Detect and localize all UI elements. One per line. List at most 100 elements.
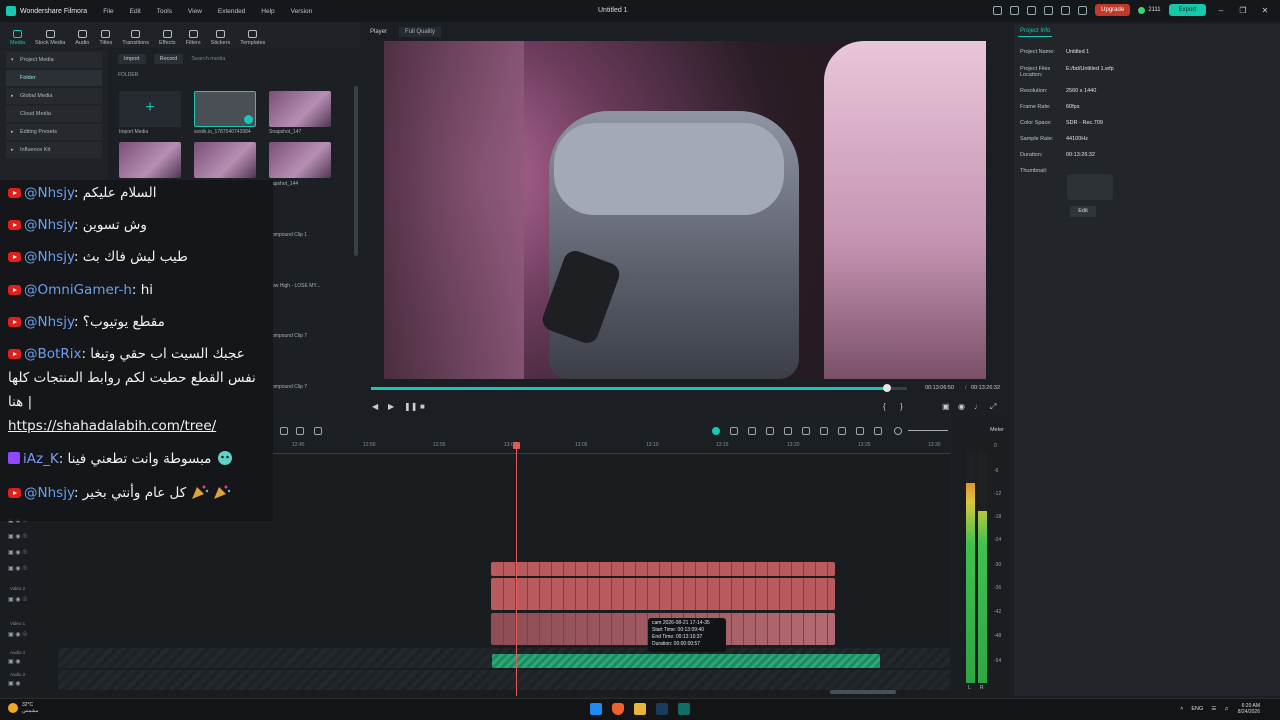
stop-icon[interactable]: ■ (420, 402, 425, 411)
display-icon[interactable]: ▣ (942, 402, 950, 411)
tab-project-info[interactable]: Project Info (1018, 26, 1053, 37)
play-icon[interactable]: ▶ (388, 402, 394, 411)
brave-icon[interactable] (612, 703, 624, 715)
tab-stickers[interactable]: Stickers (211, 22, 230, 46)
meter-label[interactable]: Meter (990, 427, 1004, 433)
tab-audio[interactable]: Audio (75, 22, 89, 46)
filmora-taskbar-icon[interactable] (678, 703, 690, 715)
mark-out-icon[interactable]: } (900, 402, 903, 411)
pause-icon[interactable]: ❚❚ (404, 402, 417, 411)
sidebar-item-folder[interactable]: Folder (6, 70, 102, 86)
track-controls[interactable]: ▣ ◉ ☉ (8, 596, 28, 603)
timeline-scrollbar[interactable] (830, 690, 896, 694)
menu-version[interactable]: Version (291, 8, 313, 15)
media-thumbnail[interactable] (119, 142, 181, 178)
grid-icon[interactable] (874, 427, 882, 435)
tab-templates[interactable]: Templates (240, 22, 265, 46)
restore-icon[interactable]: ❐ (1236, 6, 1250, 15)
search-media-input[interactable]: Search media (191, 56, 225, 62)
redo-icon[interactable] (296, 427, 304, 435)
download-icon[interactable] (1061, 5, 1071, 15)
tab-stock-media[interactable]: Stock Media (35, 22, 65, 46)
sidebar-item-project-media[interactable]: ▾ Project Media (6, 52, 102, 68)
steam-icon[interactable] (656, 703, 668, 715)
keyframe-icon[interactable] (766, 427, 774, 435)
track-controls[interactable]: ▣ ◉ ☉ (8, 565, 28, 572)
menu-edit[interactable]: Edit (130, 8, 141, 15)
media-scrollbar[interactable] (354, 86, 358, 256)
track-controls[interactable]: ▣ ◉ ☉ (8, 549, 28, 556)
media-thumbnail[interactable] (194, 142, 256, 178)
record-button[interactable]: Record (153, 54, 184, 64)
cloud-icon[interactable] (993, 5, 1003, 15)
import-button[interactable]: Import (118, 54, 146, 64)
edit-thumbnail-button[interactable]: Edit (1070, 206, 1096, 217)
snap-icon[interactable] (712, 427, 720, 435)
audio-clip[interactable] (492, 654, 880, 668)
clock[interactable]: 6:20 AM 8/24/2026 (1238, 703, 1260, 715)
start-icon[interactable] (590, 703, 602, 715)
language-indicator[interactable]: ENG (1191, 706, 1203, 712)
headset-icon[interactable] (1044, 5, 1054, 15)
progress-knob[interactable] (883, 384, 892, 392)
close-icon[interactable]: ✕ (1258, 6, 1272, 15)
media-thumbnail[interactable] (194, 91, 256, 127)
track-controls[interactable]: ▣ ◉ ☉ (8, 631, 28, 638)
playhead[interactable] (513, 442, 520, 696)
track-controls[interactable]: ▣ ◉ (8, 680, 21, 687)
minimize-icon[interactable]: – (1214, 6, 1228, 15)
timeline-clip[interactable] (491, 578, 835, 610)
file-explorer-icon[interactable] (634, 703, 646, 715)
fullscreen-icon[interactable]: ⤢ (990, 402, 996, 412)
audio-mix-icon[interactable] (838, 427, 846, 435)
zoom-out-icon[interactable] (894, 427, 902, 435)
sidebar-item-editing-presets[interactable]: ▸ Editing Presets (6, 124, 102, 140)
tab-effects[interactable]: Effects (159, 22, 176, 46)
menu-file[interactable]: File (103, 8, 113, 15)
layout-icon[interactable] (1010, 5, 1020, 15)
speed-icon[interactable] (784, 427, 792, 435)
quality-select[interactable]: Full Quality (399, 27, 442, 37)
speaker-icon[interactable]: ♬ (1224, 706, 1230, 712)
menu-help[interactable]: Help (261, 8, 274, 15)
track-controls[interactable]: ▣ ◉ (8, 658, 21, 665)
sidebar-item-cloud-media[interactable]: Cloud Media (6, 106, 102, 122)
credits-badge[interactable]: 2111 (1138, 6, 1161, 14)
weather-widget[interactable]: 32°C مشمس (8, 702, 38, 714)
crop-icon[interactable] (856, 427, 864, 435)
export-button[interactable]: Export (1168, 4, 1206, 16)
chevron-up-icon[interactable]: ˄ (1180, 706, 1183, 712)
zoom-slider[interactable] (908, 430, 948, 431)
menu-tools[interactable]: Tools (157, 8, 172, 15)
media-thumbnail[interactable] (269, 91, 331, 127)
media-thumbnail[interactable] (269, 142, 331, 178)
sidebar-item-global-media[interactable]: ▸ Global Media (6, 88, 102, 104)
marker-icon[interactable] (730, 427, 738, 435)
mark-in-icon[interactable]: { (883, 402, 886, 411)
video-preview[interactable] (384, 41, 986, 379)
playhead-handle[interactable] (513, 442, 520, 449)
tab-filters[interactable]: Filters (186, 22, 201, 46)
undo-icon[interactable] (280, 427, 288, 435)
grid-icon[interactable] (1078, 5, 1088, 15)
wifi-icon[interactable]: ☰ (1211, 706, 1216, 712)
mic-icon[interactable] (820, 427, 828, 435)
tab-media[interactable]: Media (10, 22, 25, 46)
sidebar-item-influence-kit[interactable]: ▸ Influence Kit (6, 142, 102, 158)
tab-titles[interactable]: Titles (99, 22, 112, 46)
render-icon[interactable] (748, 427, 756, 435)
upgrade-button[interactable]: Upgrade (1095, 4, 1131, 16)
import-media-button[interactable]: + (119, 91, 181, 127)
chat-link[interactable]: https://shahadalabih.com/tree/ (8, 418, 216, 434)
playback-progress[interactable] (371, 384, 907, 392)
snapshot-icon[interactable]: ◉ (958, 402, 965, 411)
menu-view[interactable]: View (188, 8, 202, 15)
menu-extended[interactable]: Extended (218, 8, 245, 15)
split-icon[interactable] (314, 427, 322, 435)
timeline-clip[interactable] (491, 562, 835, 576)
step-back-icon[interactable]: ◀ (372, 402, 378, 411)
tab-transitions[interactable]: Transitions (122, 22, 149, 46)
gift-icon[interactable] (1027, 5, 1037, 15)
shield-icon[interactable] (802, 427, 810, 435)
volume-icon[interactable]: ♩ (974, 402, 982, 411)
